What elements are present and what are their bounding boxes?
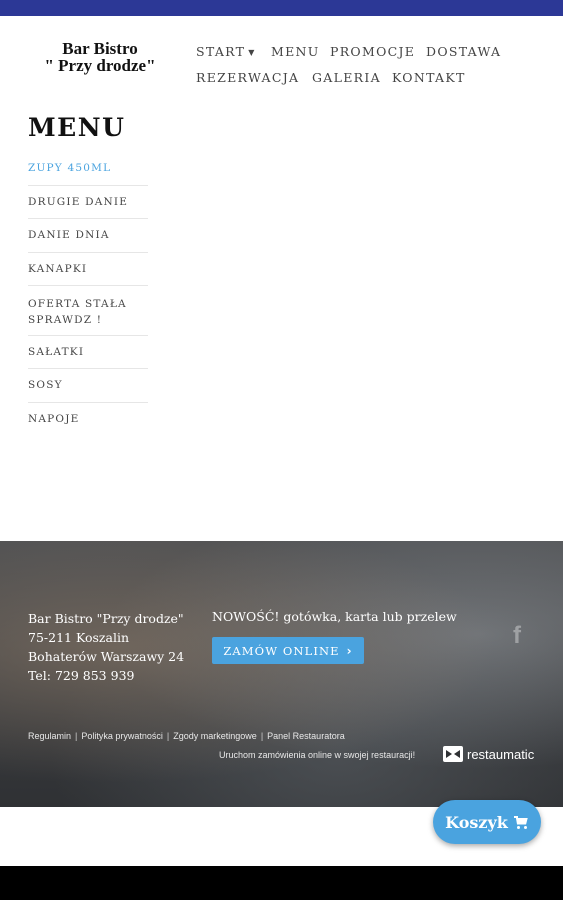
category-item-sosy[interactable]: SOSY — [28, 369, 148, 403]
footer-address: Bar Bistro "Przy drodze" 75-211 Koszalin… — [28, 609, 184, 685]
category-item-kanapki[interactable]: KANAPKI — [28, 253, 148, 286]
restaumatic-brand: restaumatic — [467, 746, 535, 762]
nav-item-kontakt[interactable]: KONTAKT — [392, 70, 466, 85]
logo-line-2: " Przy drodze" — [44, 56, 156, 75]
cart-button[interactable]: Koszyk — [433, 800, 541, 844]
menu-title: MENU — [28, 113, 126, 142]
category-item-danie-dnia[interactable]: DANIE DNIA — [28, 219, 148, 253]
nav-item-dostawa[interactable]: DOSTAWA — [426, 44, 501, 59]
order-online-label: ZAMÓW ONLINE — [223, 643, 340, 658]
restaumatic-logo[interactable]: restaumatic — [443, 746, 534, 762]
category-item-napoje[interactable]: NAPOJE — [28, 403, 148, 436]
category-item-salatki[interactable]: SAŁATKI — [28, 336, 148, 369]
link-separator: | — [75, 731, 78, 741]
address-street: Bohaterów Warszawy 24 — [28, 649, 185, 664]
category-item-zupy[interactable]: ZUPY 450ML — [28, 152, 148, 186]
link-separator: | — [166, 731, 170, 741]
logo-line-1: Bar Bistro — [62, 39, 138, 58]
nav-item-label: START — [196, 44, 246, 59]
restaurant-name: Bar Bistro "Przy drodze" — [28, 611, 184, 626]
category-item-oferta-stala[interactable]: OFERTA STAŁA SPRAWDZ ! — [28, 286, 148, 336]
footer-link-regulamin[interactable]: Regulamin — [28, 731, 71, 741]
restaumatic-logo-icon — [443, 746, 463, 762]
powered-by-text[interactable]: Uruchom zamówienia online w swojej resta… — [219, 750, 415, 760]
nav-item-rezerwacja[interactable]: REZERWACJA — [196, 70, 299, 85]
facebook-icon[interactable]: f — [509, 624, 525, 648]
chevron-right-icon: › — [346, 643, 353, 658]
cart-label: Koszyk — [445, 812, 508, 832]
footer-link-panel[interactable]: Panel Restauratora — [267, 731, 345, 741]
phone-number[interactable]: Tel: 729 853 939 — [28, 666, 184, 685]
order-online-button[interactable]: ZAMÓW ONLINE › — [212, 637, 364, 664]
shopping-cart-icon — [513, 815, 529, 829]
category-list: ZUPY 450ML DRUGIE DANIE DANIE DNIA KANAP… — [28, 152, 148, 436]
bottom-black-bar — [0, 866, 563, 900]
nav-item-galeria[interactable]: GALERIA — [312, 70, 381, 85]
address-city: 75-211 Koszalin — [28, 630, 129, 645]
nav-item-menu[interactable]: MENU — [271, 44, 320, 59]
footer-link-zgody[interactable]: Zgody marketingowe — [173, 731, 257, 741]
top-accent-bar — [0, 0, 563, 16]
footer-links: Regulamin | Polityka prywatności | Zgody mar… — [28, 731, 345, 741]
footer-link-polityka[interactable]: Polityka prywatności — [81, 731, 163, 741]
nav-item-promocje[interactable]: PROMOCJE — [330, 44, 415, 59]
payment-promo-text: NOWOŚĆ! gotówka, karta lub przelew — [212, 609, 457, 624]
link-separator: | — [260, 731, 264, 741]
category-item-drugie-danie[interactable]: DRUGIE DANIE — [28, 186, 148, 219]
nav-item-start[interactable]: START ▼ — [196, 44, 256, 59]
caret-down-icon: ▼ — [248, 48, 256, 57]
site-logo[interactable]: Bar Bistro " Przy drodze" — [30, 40, 170, 74]
